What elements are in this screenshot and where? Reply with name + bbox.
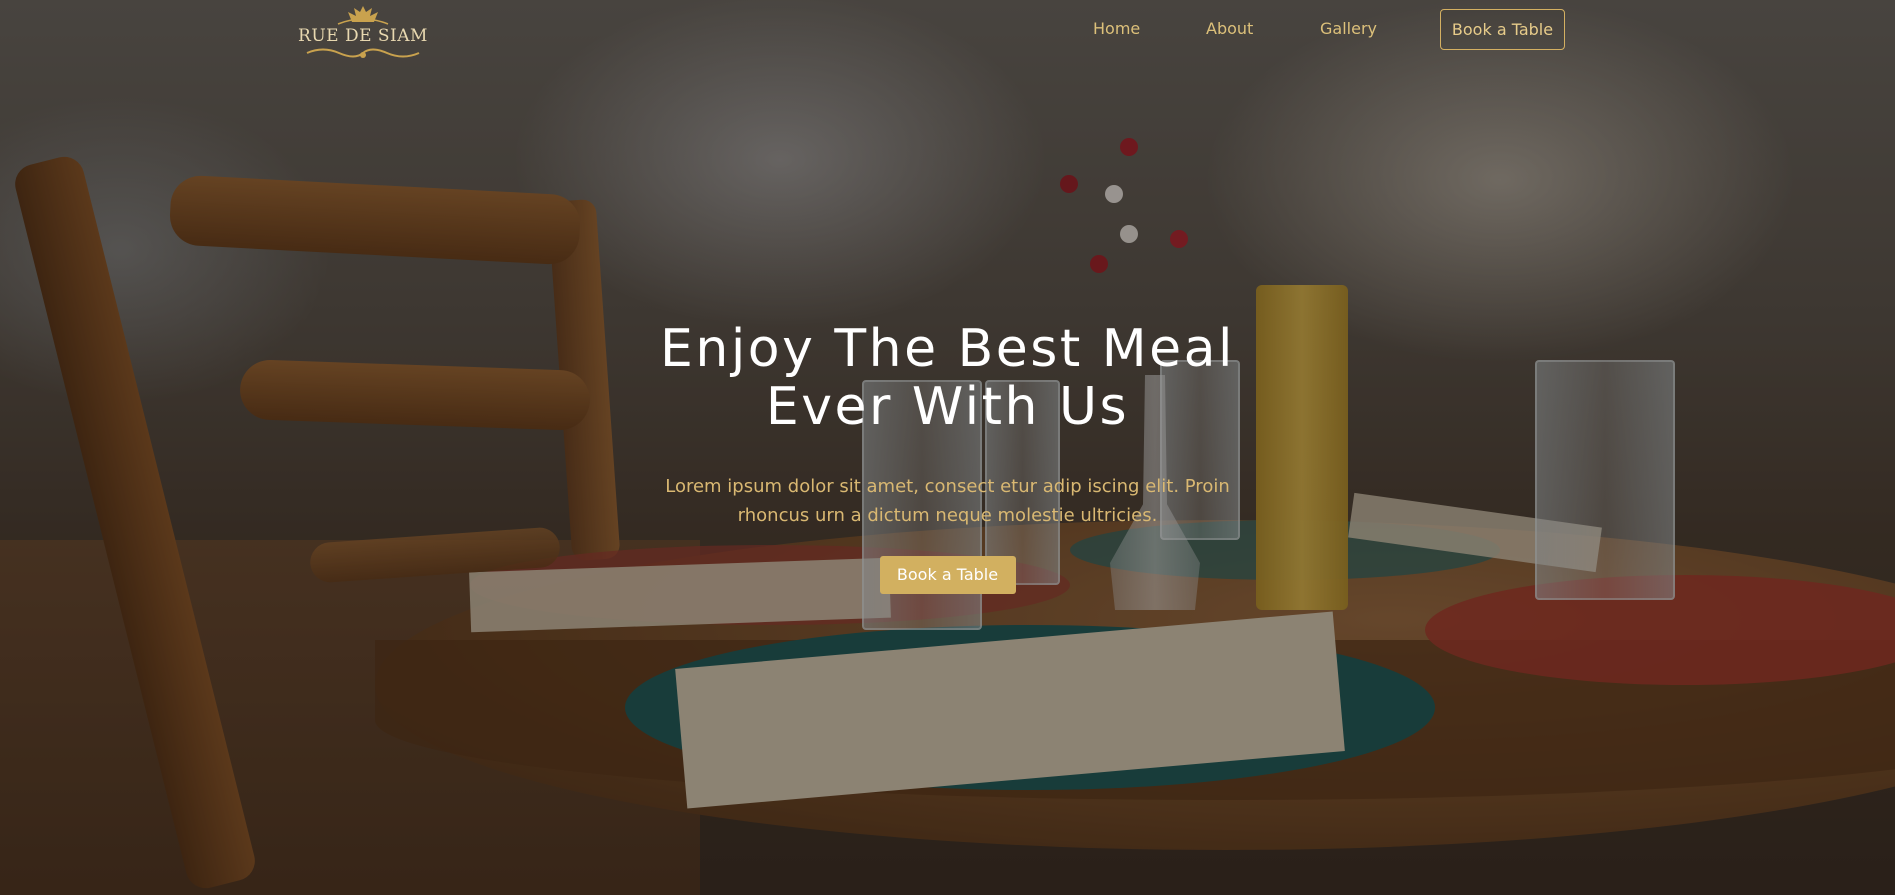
hero-title-line-1: Enjoy The Best Meal <box>660 319 1235 379</box>
top-navbar: RUE DE SIAM Home About Gallery Book a Ta… <box>0 0 1895 58</box>
book-table-nav-button[interactable]: Book a Table <box>1440 9 1565 50</box>
hero-title-line-2: Ever With Us <box>765 377 1130 437</box>
brand-logo[interactable]: RUE DE SIAM <box>298 4 428 72</box>
book-table-hero-button[interactable]: Book a Table <box>879 556 1016 594</box>
crown-ornament-icon <box>337 6 389 25</box>
hero-title: Enjoy The Best Meal Ever With Us <box>0 320 1895 436</box>
flourish-ornament-icon <box>306 48 420 58</box>
hero-subtitle: Lorem ipsum dolor sit amet, consect etur… <box>665 476 1230 526</box>
hero-content: Enjoy The Best Meal Ever With Us Lorem i… <box>0 320 1895 594</box>
nav-link-about[interactable]: About <box>1206 19 1253 38</box>
nav-link-gallery[interactable]: Gallery <box>1320 19 1377 38</box>
logo-text: RUE DE SIAM <box>298 26 428 46</box>
nav-link-home[interactable]: Home <box>1093 19 1140 38</box>
hero-section: RUE DE SIAM Home About Gallery Book a Ta… <box>0 0 1895 895</box>
